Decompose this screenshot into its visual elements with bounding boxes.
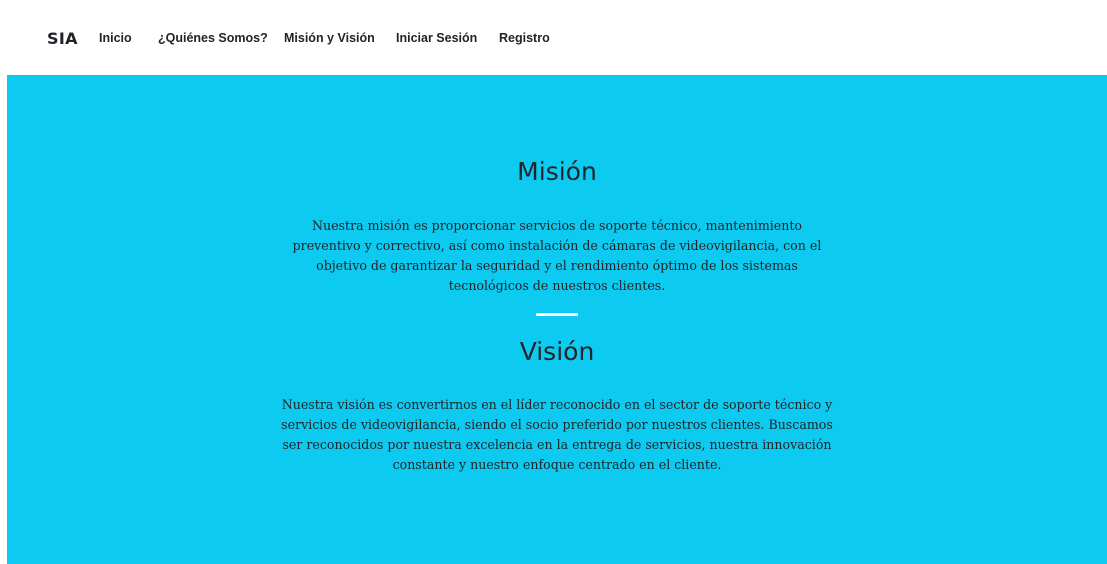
mision-vision-section: Misión Nuestra misión es proporcionar se… (7, 75, 1107, 564)
nav-link-inicio[interactable]: Inicio (99, 31, 132, 45)
mision-title: Misión (517, 157, 597, 186)
vision-text: Nuestra visión es convertirnos en el líd… (281, 397, 833, 472)
top-navbar: SIA Inicio ¿Quiénes Somos? Misión y Visi… (0, 0, 1107, 75)
nav-link-iniciar-sesion[interactable]: Iniciar Sesión (396, 31, 477, 45)
nav-link-mision-vision[interactable]: Misión y Visión (284, 31, 375, 45)
nav-link-registro[interactable]: Registro (499, 31, 550, 45)
nav-link-quienes-somos[interactable]: ¿Quiénes Somos? (158, 31, 268, 45)
mision-text: Nuestra misión es proporcionar servicios… (292, 218, 822, 293)
brand-logo[interactable]: SIA (47, 29, 78, 48)
section-divider (536, 313, 578, 316)
vision-title: Visión (519, 337, 595, 366)
